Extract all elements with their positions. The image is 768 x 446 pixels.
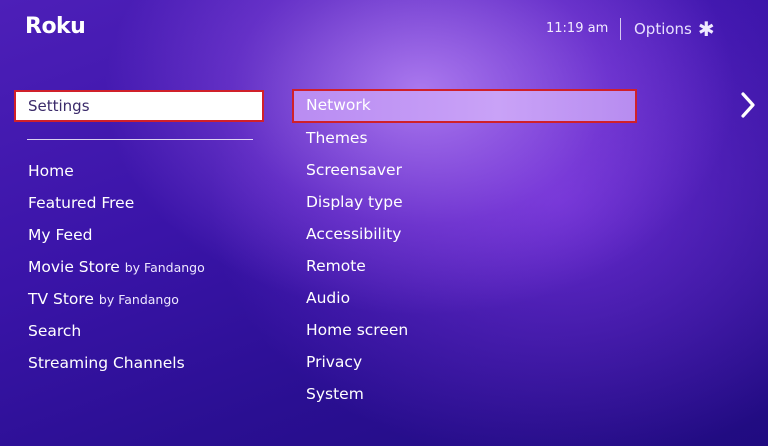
menu-item-streaming-channels[interactable]: Streaming Channels xyxy=(28,350,205,382)
settings-item-network[interactable]: Network xyxy=(292,89,637,123)
menu-item-tv-store[interactable]: TV Store by Fandango xyxy=(28,286,205,318)
menu-item-label: Movie Store xyxy=(28,258,120,276)
menu-item-label: Streaming Channels xyxy=(28,354,185,372)
roku-logo: Roku xyxy=(25,14,86,39)
settings-item-screensaver[interactable]: Screensaver xyxy=(306,158,408,190)
options-button[interactable]: Options ✱ xyxy=(634,17,715,41)
settings-item-accessibility[interactable]: Accessibility xyxy=(306,222,408,254)
menu-item-label: TV Store xyxy=(28,290,94,308)
menu-item-home[interactable]: Home xyxy=(28,158,205,190)
left-menu: Home Featured Free My Feed Movie Store b… xyxy=(28,158,205,382)
settings-item-system[interactable]: System xyxy=(306,382,408,414)
settings-item-remote[interactable]: Remote xyxy=(306,254,408,286)
menu-item-label: My Feed xyxy=(28,226,93,244)
menu-item-search[interactable]: Search xyxy=(28,318,205,350)
settings-menu: Themes Screensaver Display type Accessib… xyxy=(306,126,408,414)
chevron-right-icon[interactable] xyxy=(738,90,758,120)
menu-item-settings[interactable]: Settings xyxy=(14,90,264,122)
menu-item-label: Search xyxy=(28,322,82,340)
settings-item-themes[interactable]: Themes xyxy=(306,126,408,158)
settings-item-audio[interactable]: Audio xyxy=(306,286,408,318)
menu-item-featured-free[interactable]: Featured Free xyxy=(28,190,205,222)
clock: 11:19 am xyxy=(546,21,609,36)
menu-item-suffix: by Fandango xyxy=(124,260,205,275)
header-divider xyxy=(620,18,621,40)
settings-item-privacy[interactable]: Privacy xyxy=(306,350,408,382)
settings-item-display-type[interactable]: Display type xyxy=(306,190,408,222)
asterisk-icon: ✱ xyxy=(697,17,715,41)
left-menu-divider xyxy=(27,139,253,140)
menu-item-movie-store[interactable]: Movie Store by Fandango xyxy=(28,254,205,286)
menu-item-my-feed[interactable]: My Feed xyxy=(28,222,205,254)
menu-item-label: Featured Free xyxy=(28,194,135,212)
options-label: Options xyxy=(634,20,692,38)
menu-item-suffix: by Fandango xyxy=(98,292,179,307)
settings-item-home-screen[interactable]: Home screen xyxy=(306,318,408,350)
menu-item-label: Home xyxy=(28,162,74,180)
